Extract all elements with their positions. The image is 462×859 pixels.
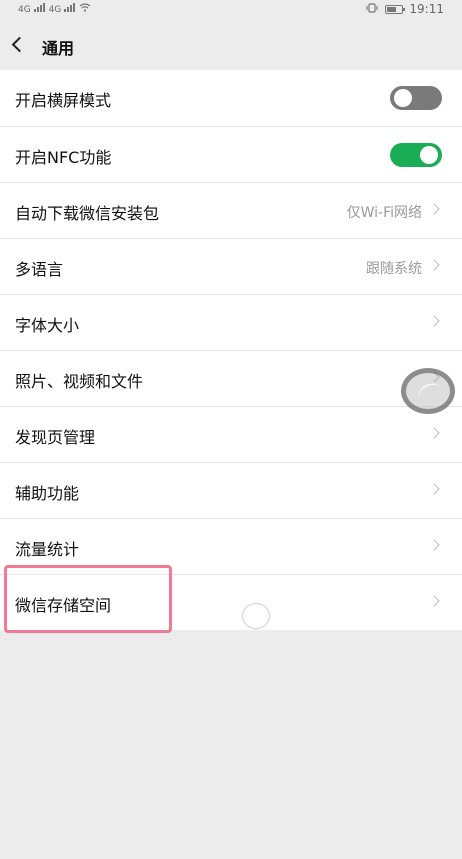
- status-bar: 4G 4G 19:11: [0, 0, 462, 20]
- row-label: 辅助功能: [15, 484, 80, 503]
- toggle-knob: [394, 89, 412, 107]
- landscape-mode-toggle[interactable]: [390, 86, 442, 110]
- battery-icon: [385, 4, 406, 14]
- row-label: 流量统计: [15, 540, 80, 559]
- settings-list: 开启横屏模式 开启NFC功能 自动下载微信安装包 仅Wi-Fi网络 多语言 跟随…: [0, 70, 462, 630]
- settings-row-auto-download[interactable]: 自动下载微信安装包 仅Wi-Fi网络: [0, 182, 462, 238]
- battery-fill: [387, 6, 397, 12]
- chevron-right-icon: [428, 203, 440, 215]
- page-title: 通用: [42, 39, 75, 58]
- chevron-right-icon: [428, 315, 440, 327]
- status-left: 4G 4G: [18, 2, 91, 15]
- chevron-right-icon: [428, 595, 440, 607]
- status-time: 19:11: [409, 2, 444, 16]
- chevron-right-icon: [428, 371, 440, 383]
- row-value: 仅Wi-Fi网络: [346, 205, 422, 221]
- row-label: 字体大小: [15, 316, 80, 335]
- row-label: 开启横屏模式: [15, 91, 112, 110]
- row-value: 跟随系统: [366, 261, 422, 277]
- settings-row-language[interactable]: 多语言 跟随系统: [0, 238, 462, 294]
- row-label: 多语言: [15, 260, 64, 279]
- vibrate-icon: [365, 2, 379, 16]
- signal-2-label: 4G: [48, 5, 62, 15]
- settings-row-media-files[interactable]: 照片、视频和文件: [0, 350, 462, 406]
- nav-bar: 通用: [0, 20, 462, 70]
- settings-row-data-usage[interactable]: 流量统计: [0, 518, 462, 574]
- row-label: 自动下载微信安装包: [15, 204, 160, 223]
- status-right: 19:11: [365, 2, 444, 16]
- back-button[interactable]: [8, 34, 30, 56]
- settings-row-storage[interactable]: 微信存储空间: [0, 574, 462, 630]
- signal-2: 4G: [49, 2, 76, 15]
- chevron-right-icon: [428, 539, 440, 551]
- settings-row-landscape-mode[interactable]: 开启横屏模式: [0, 70, 462, 126]
- chevron-right-icon: [428, 427, 440, 439]
- signal-1-label: 4G: [18, 5, 31, 15]
- toggle-knob: [420, 146, 438, 164]
- chevron-right-icon: [428, 259, 440, 271]
- wifi-icon: [79, 2, 91, 15]
- row-label: 发现页管理: [15, 428, 96, 447]
- settings-row-font-size[interactable]: 字体大小: [0, 294, 462, 350]
- settings-row-discover-management[interactable]: 发现页管理: [0, 406, 462, 462]
- row-label: 微信存储空间: [15, 596, 112, 615]
- signal-2-bars-icon: [64, 2, 76, 12]
- row-label: 开启NFC功能: [15, 148, 112, 167]
- signal-1: 4G: [18, 2, 45, 15]
- settings-row-nfc[interactable]: 开启NFC功能: [0, 126, 462, 182]
- signal-1-bars-icon: [33, 2, 45, 12]
- nfc-toggle[interactable]: [390, 143, 442, 167]
- settings-row-accessibility[interactable]: 辅助功能: [0, 462, 462, 518]
- chevron-right-icon: [428, 483, 440, 495]
- row-label: 照片、视频和文件: [15, 372, 144, 391]
